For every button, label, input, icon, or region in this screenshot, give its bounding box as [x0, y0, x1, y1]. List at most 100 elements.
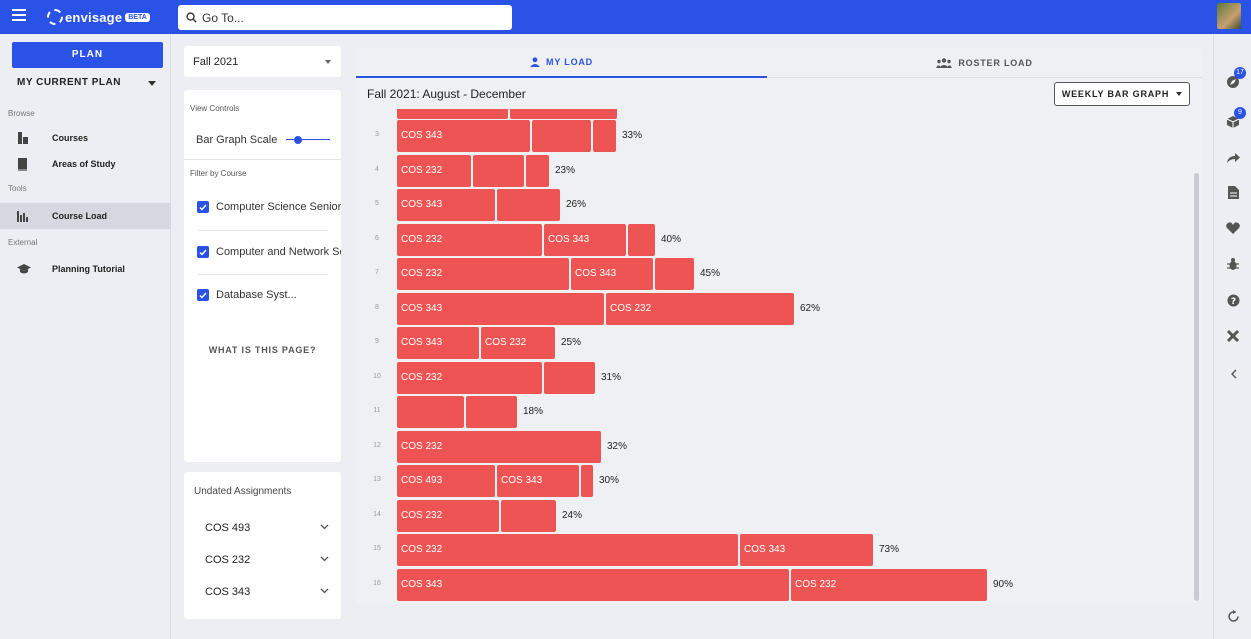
caret-down-icon	[148, 81, 156, 86]
plan-select[interactable]: MY CURRENT PLAN	[17, 77, 162, 88]
course-filter-checkbox[interactable]: Computer and Network Sec	[197, 246, 341, 258]
bug-icon[interactable]	[1225, 256, 1241, 272]
chart-bar-segment[interactable]	[628, 223, 655, 256]
course-filter-checkbox[interactable]: Database Syst...	[197, 289, 297, 301]
tools-icon[interactable]	[1225, 328, 1241, 344]
load-tabs: MY LOAD ROSTER LOAD	[356, 47, 1202, 78]
sidebar-item-areas-of-study[interactable]: Areas of Study	[0, 151, 171, 177]
chart-bar-segment[interactable]	[593, 120, 616, 152]
chevron-down-icon	[320, 588, 329, 594]
chart-bar-segment[interactable]: COS 232	[606, 292, 794, 325]
sidebar-item-planning-tutorial[interactable]: Planning Tutorial	[0, 256, 171, 282]
week-number-label: 6	[375, 234, 379, 242]
chart-bar-segment[interactable]	[473, 154, 524, 187]
undated-assignment-label: COS 493	[205, 522, 251, 534]
chart-bar-segment[interactable]	[497, 189, 560, 221]
chart-scrollbar[interactable]	[1194, 173, 1199, 601]
refresh-icon[interactable]	[1225, 608, 1241, 624]
bar-graph-scale-row: Bar Graph Scale	[196, 134, 331, 146]
undated-assignments-panel: Undated Assignments COS 493 COS 232 COS …	[184, 472, 341, 619]
chart-bar-segment[interactable]: COS 343	[397, 292, 604, 325]
notification-badge: 9	[1234, 107, 1246, 119]
chart-bar-segment[interactable]: COS 343	[740, 534, 873, 566]
week-load-percent: 18%	[523, 406, 544, 417]
graph-type-select[interactable]: WEEKLY BAR GRAPH	[1054, 82, 1190, 106]
chart-bar-segment[interactable]: COS 232	[397, 430, 601, 463]
plan-button[interactable]: PLAN	[12, 42, 163, 68]
undated-assignment-label: COS 232	[205, 554, 251, 566]
section-external: External	[8, 238, 38, 247]
chart-bar-segment[interactable]	[501, 499, 556, 532]
chart-bar-segment[interactable]	[581, 465, 593, 497]
sidebar-item-course-load[interactable]: Course Load	[0, 203, 171, 229]
week-number-label: 15	[373, 545, 381, 552]
book-icon	[17, 157, 47, 171]
chevron-down-icon	[320, 524, 329, 530]
compass-icon[interactable]: 17	[1225, 67, 1246, 90]
checkbox-checked-icon	[197, 246, 209, 258]
weekly-bar-chart: 3 COS 343 33% 4 COS 232 23% 5 COS 343 26% 6 COS 23…	[356, 109, 1194, 604]
course-filter-label: Computer and Network Sec	[216, 246, 341, 258]
sidebar-item-courses[interactable]: Courses	[0, 125, 171, 151]
chart-bar-segment[interactable]	[655, 258, 694, 290]
tab-my-load[interactable]: MY LOAD	[356, 47, 767, 78]
goto-search-input[interactable]: Go To...	[178, 5, 512, 30]
course-filter-checkbox[interactable]: Computer Science Senior C	[197, 201, 341, 213]
user-avatar[interactable]	[1217, 3, 1241, 29]
term-select[interactable]: Fall 2021	[184, 46, 341, 77]
chart-bar-segment[interactable]: COS 493	[397, 465, 495, 497]
checkbox-checked-icon	[197, 201, 209, 213]
undated-assignment-item[interactable]: COS 232	[205, 554, 329, 566]
share-icon[interactable]	[1225, 150, 1241, 166]
chart-bar-segment[interactable]	[544, 361, 595, 394]
section-tools: Tools	[8, 184, 27, 193]
chart-bar-segment[interactable]: COS 343	[544, 223, 626, 256]
bar-graph-scale-slider[interactable]	[286, 136, 331, 144]
menu-icon[interactable]	[12, 9, 26, 21]
chart-bar-segment[interactable]: COS 232	[397, 258, 569, 290]
chart-bar-segment[interactable]: COS 343	[397, 568, 789, 601]
divider	[184, 159, 341, 160]
search-placeholder: Go To...	[202, 10, 244, 25]
filter-panel: View Controls Bar Graph Scale Filter by …	[184, 90, 341, 462]
course-load-panel: MY LOAD ROSTER LOAD Fall 2021: August - …	[356, 47, 1202, 604]
person-icon	[530, 56, 541, 67]
chart-bar-segment[interactable]	[532, 120, 591, 152]
chart-bar-segment[interactable]: COS 232	[791, 568, 987, 601]
tab-roster-load[interactable]: ROSTER LOAD	[767, 47, 1202, 78]
chart-bar-segment[interactable]: COS 343	[397, 189, 495, 221]
slider-knob[interactable]	[294, 136, 303, 144]
collapse-chevron-icon[interactable]	[1225, 366, 1241, 382]
beta-badge: BETA	[125, 12, 150, 22]
week-load-percent: 32%	[607, 440, 628, 452]
chart-bar-segment[interactable]: COS 343	[397, 120, 530, 152]
chart-bar-segment[interactable]: COS 343	[397, 327, 479, 359]
chart-bar-segment[interactable]	[466, 396, 517, 428]
slider-track	[286, 139, 331, 140]
app-logo[interactable]: envisage BETA	[47, 7, 150, 27]
week-number-label: 8	[375, 303, 379, 311]
chart-bar-segment[interactable]	[526, 154, 549, 187]
undated-assignment-item[interactable]: COS 493	[205, 522, 329, 534]
chart-bar-segment[interactable]: COS 343	[497, 465, 579, 497]
what-is-this-page-button[interactable]: WHAT IS THIS PAGE?	[184, 345, 341, 355]
caret-down-icon	[325, 60, 331, 64]
heart-handshake-icon[interactable]	[1225, 220, 1241, 236]
graduation-cap-icon	[17, 264, 47, 274]
chart-bar-segment[interactable]: COS 343	[571, 258, 653, 290]
cube-icon[interactable]: 9	[1225, 107, 1246, 130]
help-icon[interactable]: ?	[1225, 292, 1241, 308]
group-icon	[936, 57, 953, 68]
notification-badge: 17	[1234, 67, 1246, 79]
document-icon[interactable]	[1225, 184, 1241, 200]
chart-bar-segment[interactable]: COS 232	[397, 223, 542, 256]
sidebar-item-label: Planning Tutorial	[52, 264, 125, 274]
chart-bar-segment[interactable]: COS 232	[481, 327, 555, 359]
chart-bar-segment[interactable]	[397, 396, 464, 428]
chart-bar-segment[interactable]: COS 232	[397, 499, 499, 532]
chart-bar-segment[interactable]: COS 232	[397, 534, 738, 566]
undated-assignment-item[interactable]: COS 343	[205, 586, 329, 598]
chart-bar-segment[interactable]: COS 232	[397, 361, 542, 394]
week-number-label: 13	[373, 476, 381, 483]
chart-bar-segment[interactable]: COS 232	[397, 154, 471, 187]
